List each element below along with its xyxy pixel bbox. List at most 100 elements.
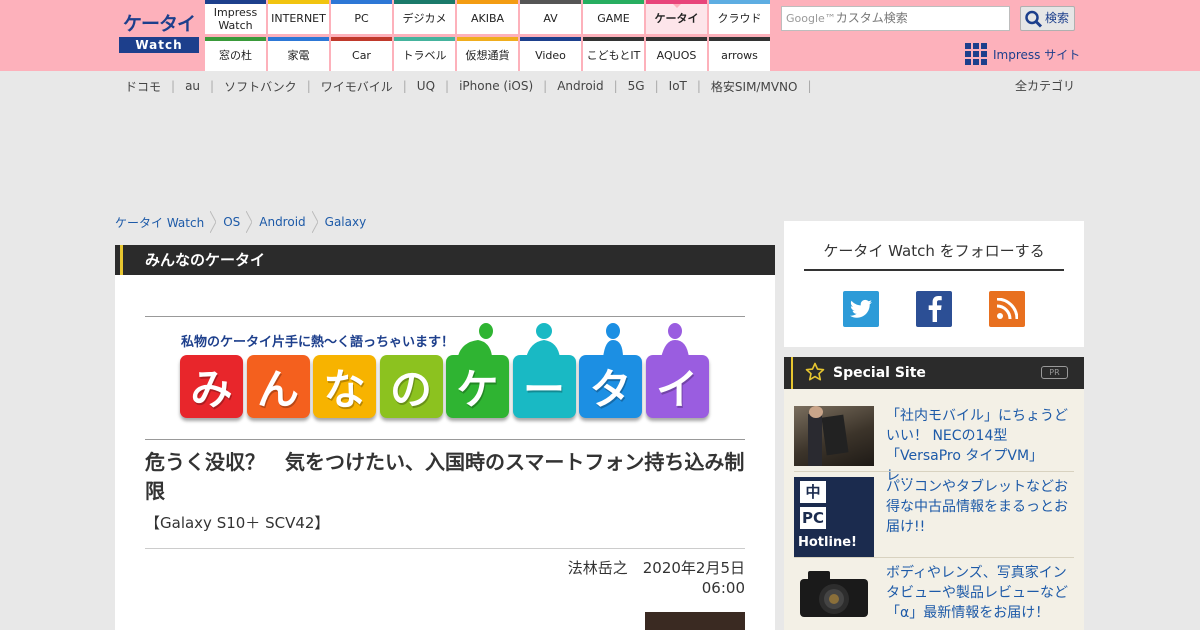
author-name[interactable]: 法林岳之 <box>568 559 628 577</box>
all-categories-link[interactable]: 全カテゴリ <box>1015 77 1075 95</box>
nav-tab[interactable]: AKIBA <box>457 0 518 34</box>
banner-tile: ん <box>246 355 310 418</box>
chevron-right-icon <box>311 211 318 233</box>
nav-tab[interactable]: AV <box>520 0 581 34</box>
person-figure-icon <box>526 323 560 358</box>
nav-tab[interactable]: 家電 <box>268 37 329 71</box>
pc-hotline-word: 中古 <box>800 481 826 523</box>
search-input[interactable]: Google™カスタム検索 <box>781 6 1010 31</box>
nav-tab[interactable]: PC <box>331 0 392 34</box>
search-icon <box>1025 10 1043 28</box>
person-figure-icon <box>458 323 493 356</box>
nav-tab-color-bar <box>457 0 518 4</box>
nav-tab-color-bar <box>394 37 455 41</box>
category-link[interactable]: ドコモ <box>115 78 171 95</box>
nav-tab-color-bar <box>583 0 644 4</box>
banner-tile: ー <box>512 355 576 418</box>
nav-tab-color-bar <box>709 0 770 4</box>
section-header: みんなのケータイ <box>115 245 775 275</box>
special-item-text: パソコンやタブレットなどお得な中古品情報をまるっとお届け!! <box>886 479 1068 535</box>
pr-badge: PR <box>1041 366 1068 379</box>
special-site-list: 「社内モバイル」にちょうどいい！ NECの14型「VersaPro タイプVM」… <box>784 389 1084 630</box>
nav-tab-label: AKIBA <box>470 12 505 25</box>
star-icon <box>805 362 825 381</box>
site-logo[interactable]: ケータイ Watch <box>119 13 199 55</box>
nav-tab-color-bar <box>205 37 266 41</box>
category-link[interactable]: iPhone (iOS) <box>449 79 543 93</box>
breadcrumb: ケータイ Watch OS Android Galaxy <box>115 211 366 233</box>
google-mark: Google™ <box>786 12 836 25</box>
laptop-photo <box>794 406 874 466</box>
pc-hotline-word: PC <box>800 507 826 529</box>
nav-tab-color-bar <box>457 37 518 41</box>
special-site-header: Special Site PR <box>784 357 1084 389</box>
nav-tab[interactable]: トラベル <box>394 37 455 71</box>
nav-tab-label: クラウド <box>717 12 762 25</box>
breadcrumb-link[interactable]: OS <box>223 215 240 229</box>
rss-icon <box>996 298 1018 320</box>
category-nav: ドコモ | au | ソフトバンク | ワイモバイル | UQ | iPhone (iOS) | And… <box>115 77 812 95</box>
section-accent <box>120 245 123 275</box>
nav-tab-label: INTERNET <box>271 12 326 25</box>
impress-site-link[interactable]: Impress サイト <box>965 42 1080 66</box>
breadcrumb-link[interactable]: Galaxy <box>325 215 367 229</box>
category-link[interactable]: 格安SIM/MVNO <box>701 78 808 95</box>
nav-tab[interactable]: Video <box>520 37 581 71</box>
special-accent <box>791 357 793 389</box>
article-photo <box>645 612 745 630</box>
banner-top-rule <box>145 316 745 317</box>
section-title: みんなのケータイ <box>145 251 266 269</box>
logo-subtext: Watch <box>119 37 199 53</box>
nav-tab[interactable]: GAME <box>583 0 644 34</box>
special-site-title: Special Site <box>833 365 926 381</box>
banner-bottom-rule <box>145 439 745 440</box>
special-item[interactable]: 中古 PC Hotline! パソコンやタブレットなどお得な中古品情報をまるっと… <box>794 477 1074 557</box>
category-link[interactable]: 5G <box>618 79 655 93</box>
breadcrumb-link[interactable]: ケータイ Watch <box>115 214 204 231</box>
special-item[interactable]: 「社内モバイル」にちょうどいい！ NECの14型「VersaPro タイプVM」… <box>794 406 1074 484</box>
category-link[interactable]: ワイモバイル <box>311 78 403 95</box>
nav-tab[interactable]: arrows <box>709 37 770 71</box>
nav-tab[interactable]: クラウド <box>709 0 770 34</box>
banner-tile: の <box>379 355 443 418</box>
nav-tab[interactable]: 仮想通貨 <box>457 37 518 71</box>
category-link[interactable]: au <box>175 79 210 93</box>
twitter-button[interactable] <box>843 291 879 327</box>
search-button[interactable]: 検索 <box>1020 6 1075 31</box>
special-item[interactable]: ボディやレンズ、写真家インタビューや製品レビューなど「α」最新情報をお届け！ <box>794 563 1074 623</box>
follow-box: ケータイ Watch をフォローする <box>784 221 1084 347</box>
nav-tab[interactable]: デジカメ <box>394 0 455 34</box>
category-link[interactable]: IoT <box>659 79 697 93</box>
category-separator: | <box>807 79 812 93</box>
nav-tab[interactable]: AQUOS <box>646 37 707 71</box>
pc-hotline-logo: 中古 PC Hotline! <box>794 477 874 557</box>
nav-tab-label: PC <box>354 12 369 25</box>
banner-tile: み <box>180 355 243 418</box>
site-nav: Impress Watch INTERNET PC デジカメ AKIBA AV GAME ケー… <box>205 0 770 71</box>
nav-tab[interactable]: Car <box>331 37 392 71</box>
banner-tile: な <box>313 355 376 418</box>
article-headline: 危うく没収？ 気をつけたい、入国時のスマートフォン持ち込み制限 <box>145 450 745 503</box>
nav-tab[interactable]: INTERNET <box>268 0 329 34</box>
site-header: ケータイ Watch Impress Watch INTERNET PC デジカメ AK… <box>0 0 1200 71</box>
category-link[interactable]: UQ <box>407 79 445 93</box>
nav-tab-label: 家電 <box>287 49 310 62</box>
nav-tab-label: AV <box>543 12 558 25</box>
nav-tab[interactable]: Impress Watch <box>205 0 266 34</box>
banner-tile: ケ <box>446 355 509 418</box>
nav-tab-color-bar <box>268 37 329 41</box>
nav-tab-color-bar <box>646 37 707 41</box>
banner-tile: イ <box>645 355 709 418</box>
category-link[interactable]: ソフトバンク <box>214 78 307 95</box>
nav-tab[interactable]: ケータイ <box>646 0 707 34</box>
nav-tab[interactable]: こどもとIT <box>583 37 644 71</box>
nav-tab-label: GAME <box>597 12 630 25</box>
category-link[interactable]: Android <box>547 79 613 93</box>
nav-tab-label: デジカメ <box>402 12 447 25</box>
nav-tab-label: トラベル <box>402 49 447 62</box>
nav-tab[interactable]: 窓の杜 <box>205 37 266 71</box>
breadcrumb-link[interactable]: Android <box>259 215 305 229</box>
rss-button[interactable] <box>989 291 1025 327</box>
nav-tab-label: AQUOS <box>656 49 697 62</box>
facebook-button[interactable] <box>916 291 952 327</box>
